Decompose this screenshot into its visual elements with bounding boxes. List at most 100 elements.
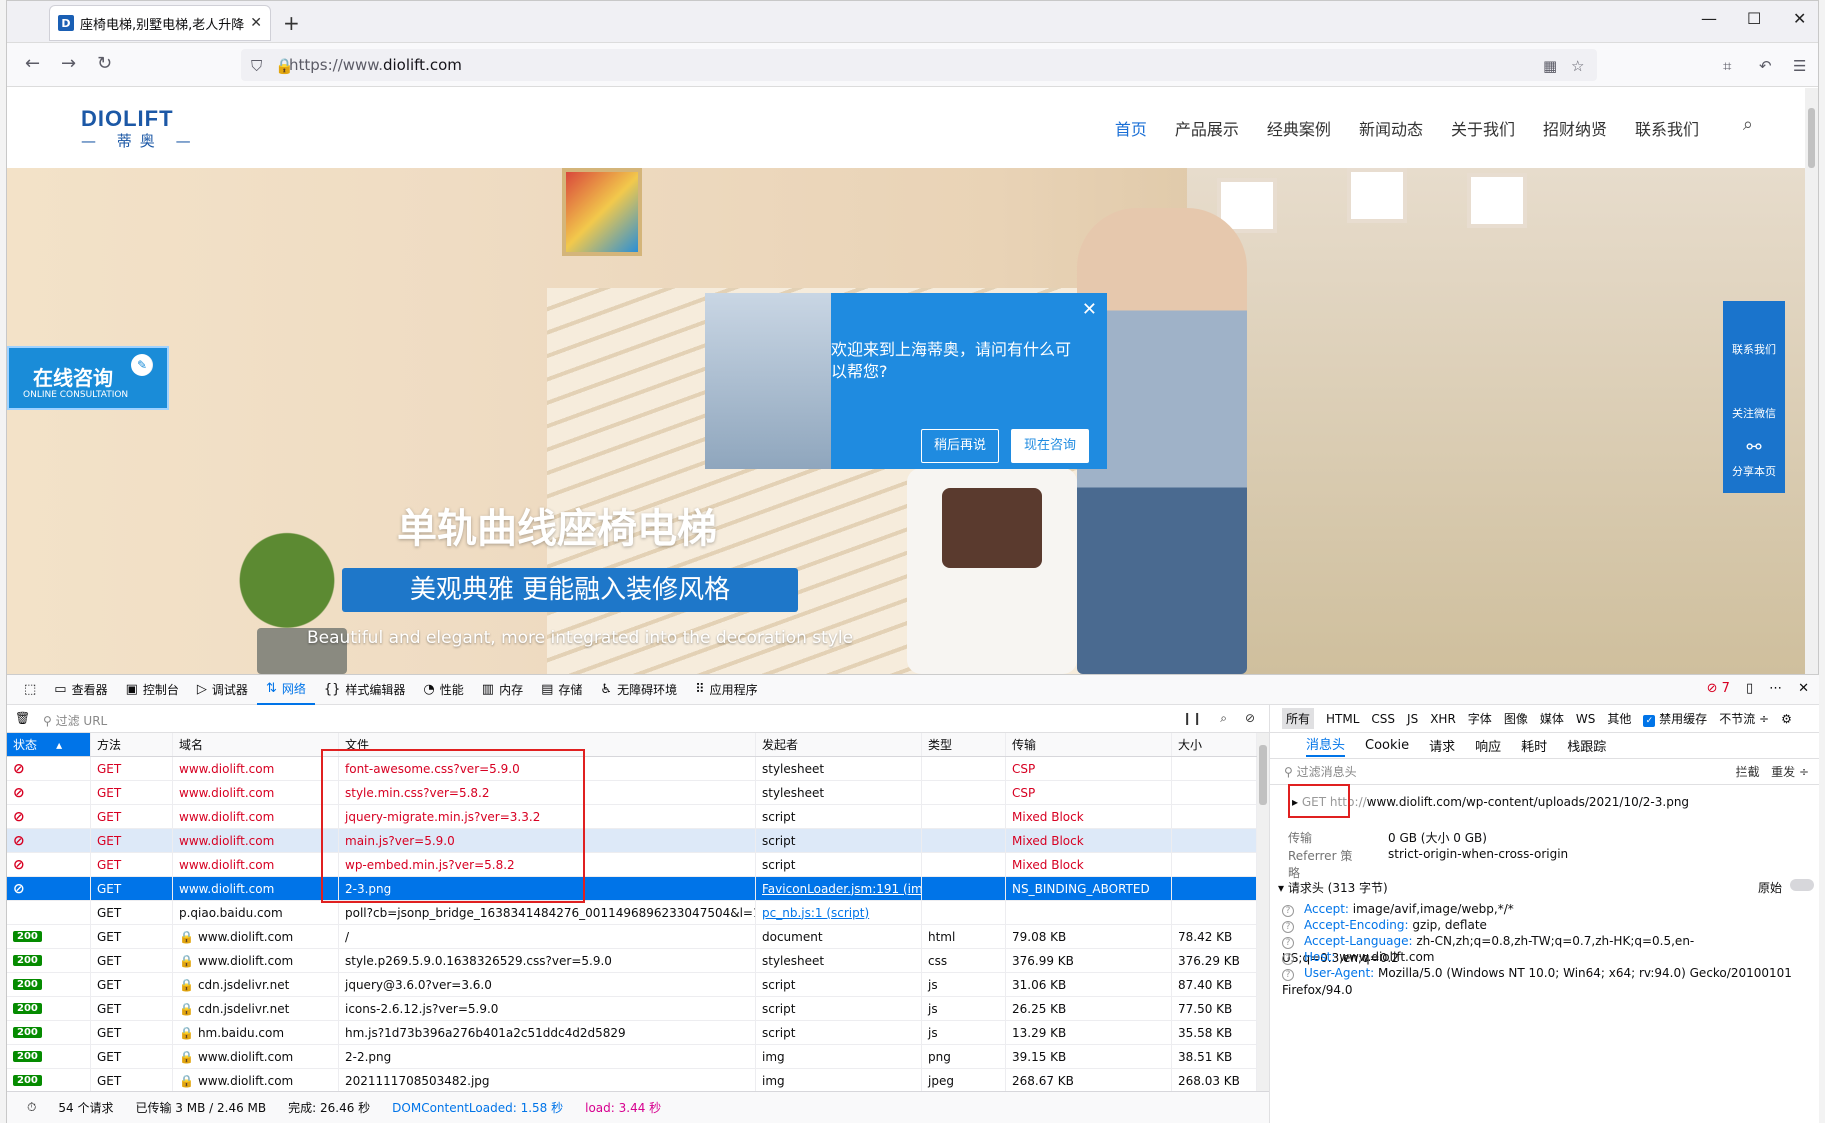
filter-url-input[interactable]: ⚲ 过滤 URL [43,712,107,729]
new-tab-icon[interactable]: + [283,11,300,35]
block-button[interactable]: 拦截 [1736,765,1760,779]
filter-all[interactable]: 所有 [1282,708,1315,729]
maximize-icon[interactable]: ☐ [1747,9,1761,28]
col-initiator[interactable]: 发起者 [756,733,922,756]
disable-cache-checkbox[interactable]: ✓ 禁用缓存 [1643,710,1707,727]
table-row[interactable]: ⊘ GET www.diolift.com main.js?ver=5.9.0 scri… [7,829,1257,853]
col-domain[interactable]: 域名 [173,733,339,756]
more-icon[interactable]: ⋯ [1769,681,1782,696]
table-row[interactable]: GET p.qiao.baidu.com poll?cb=jsonp_bridge_… [7,901,1257,925]
filter-fonts[interactable]: 字体 [1468,710,1492,727]
table-row[interactable]: 200 GET 🔒 www.diolift.com 2021111708503482.j… [7,1069,1257,1091]
tab-storage[interactable]: ▤ 存储 [532,675,591,705]
tab-network[interactable]: ⇅ 网络 [256,675,315,705]
filter-css[interactable]: CSS [1371,712,1395,726]
menu-item-contact[interactable]: 联系我们 [1635,116,1699,140]
tab-inspector[interactable]: ▭ 查看器 [45,675,116,705]
tab-memory[interactable]: ▥ 内存 [473,675,532,705]
help-icon[interactable]: ? [1282,953,1294,965]
tab-timings[interactable]: 耗时 [1521,736,1547,755]
share-icon[interactable]: ⚯ [1723,437,1785,458]
dock-icon[interactable]: ▯ [1746,681,1753,696]
gear-icon[interactable]: ⚙ [1781,712,1792,726]
trash-icon[interactable]: 🗑 [15,711,30,725]
tab-headers[interactable]: 消息头 [1306,734,1346,757]
reload-icon[interactable]: ↻ [97,53,112,74]
col-transfer[interactable]: 传输 [1006,733,1172,756]
minimize-icon[interactable]: — [1701,9,1717,28]
filter-xhr[interactable]: XHR [1430,712,1456,726]
side-share[interactable]: 分享本页 [1723,463,1785,479]
filter-other[interactable]: 其他 [1607,710,1631,727]
filter-headers-input[interactable]: ⚲ 过滤消息头 [1284,763,1357,780]
site-logo[interactable]: DIOLIFT [81,106,174,132]
table-row[interactable]: 200 GET 🔒 cdn.jsdelivr.net icons-2.6.12.js?v… [7,997,1257,1021]
table-row[interactable]: 200 GET 🔒 www.diolift.com / document html 79.08… [7,925,1257,949]
tab-accessibility[interactable]: ♿ 无障碍环境 [591,675,686,705]
forward-icon[interactable]: → [61,53,76,74]
menu-item-about[interactable]: 关于我们 [1451,116,1515,140]
tab-performance[interactable]: ◔ 性能 [414,675,472,705]
error-count-badge[interactable]: ⊘ 7 [1707,681,1730,696]
menu-item-jobs[interactable]: 招财纳贤 [1543,116,1607,140]
tab-console[interactable]: ▣ 控制台 [117,675,188,705]
side-wechat[interactable]: 关注微信 [1723,405,1785,421]
filter-media[interactable]: 媒体 [1540,710,1564,727]
close-tab-icon[interactable]: ✕ [250,15,262,31]
tab-stack[interactable]: 栈跟踪 [1567,736,1606,755]
close-icon[interactable]: ✕ [1082,299,1097,320]
browser-tab[interactable]: D 座椅电梯,别墅电梯,老人升降楼 ✕ [49,5,271,41]
filter-images[interactable]: 图像 [1504,710,1528,727]
undo-icon[interactable]: ↶ [1759,57,1772,75]
tab-style-editor[interactable]: {} 样式编辑器 [315,675,415,705]
block-icon[interactable]: ⊘ [1245,711,1255,726]
close-window-icon[interactable]: ✕ [1793,9,1806,28]
initiator-text[interactable]: pc_nb.js:1 (script) [762,906,869,920]
table-row[interactable]: 200 GET 🔒 hm.baidu.com hm.js?1d73b396a276b40… [7,1021,1257,1045]
pause-icon[interactable]: ❙❙ [1182,711,1202,726]
col-method[interactable]: 方法 [91,733,173,756]
tab-debugger[interactable]: ▷ 调试器 [188,675,257,705]
help-icon[interactable]: ? [1282,905,1294,917]
lock-icon[interactable]: 🔒 [275,57,294,75]
table-row[interactable]: ⊘ GET www.diolift.com 2-3.png FaviconLoader.… [7,877,1257,901]
request-headers-section[interactable]: ▾ 请求头 (313 字节) 原始 [1278,879,1814,896]
tab-cookie[interactable]: Cookie [1365,738,1409,753]
menu-item-home[interactable]: 首页 [1115,116,1147,140]
table-row[interactable]: ⊘ GET www.diolift.com jquery-migrate.min.js… [7,805,1257,829]
menu-icon[interactable]: ☰ [1793,57,1806,75]
search-icon[interactable]: ⌕ [1743,114,1753,135]
help-icon[interactable]: ? [1282,969,1294,981]
filter-js[interactable]: JS [1407,712,1418,726]
menu-item-cases[interactable]: 经典案例 [1267,116,1331,140]
request-url-line[interactable]: ▸ GET http://www.diolift.com/wp-content/… [1292,795,1689,809]
close-devtools-icon[interactable]: ✕ [1798,681,1809,696]
later-button[interactable]: 稍后再说 [921,429,1000,463]
table-row[interactable]: ⊘ GET www.diolift.com font-awesome.css?ver=… [7,757,1257,781]
page-scrollbar[interactable] [1805,88,1818,674]
col-size[interactable]: 大小 [1172,733,1257,756]
back-icon[interactable]: ← [25,53,40,74]
resend-button[interactable]: 重发 ÷ [1771,765,1809,779]
table-row[interactable]: ⊘ GET www.diolift.com wp-embed.min.js?ver=5… [7,853,1257,877]
filter-ws[interactable]: WS [1576,712,1595,726]
col-status[interactable]: 状态 ▴ [7,733,91,756]
search-icon[interactable]: ⌕ [1220,711,1227,726]
help-icon[interactable]: ? [1282,937,1294,949]
tab-response[interactable]: 响应 [1475,736,1501,755]
menu-item-products[interactable]: 产品展示 [1175,116,1239,140]
bookmark-star-icon[interactable]: ☆ [1571,57,1584,75]
table-row[interactable]: ⊘ GET www.diolift.com style.min.css?ver=5.8… [7,781,1257,805]
qr-code-icon[interactable]: ▦ [1543,57,1557,75]
online-consult-button[interactable]: 在线咨询 ONLINE CONSULTATION ✎ [7,346,169,410]
tab-request[interactable]: 请求 [1429,736,1455,755]
filter-html[interactable]: HTML [1326,712,1359,726]
table-row[interactable]: 200 GET 🔒 www.diolift.com 2-2.png img png 39.15… [7,1045,1257,1069]
col-type[interactable]: 类型 [922,733,1006,756]
menu-item-news[interactable]: 新闻动态 [1359,116,1423,140]
table-row[interactable]: 200 GET 🔒 cdn.jsdelivr.net jquery@3.6.0?ver=… [7,973,1257,997]
throttle-select[interactable]: 不节流 ÷ [1719,710,1769,727]
tab-application[interactable]: ⠿ 应用程序 [686,675,767,705]
table-scrollbar[interactable] [1257,733,1269,1091]
consult-now-button[interactable]: 现在咨询 [1011,429,1090,463]
